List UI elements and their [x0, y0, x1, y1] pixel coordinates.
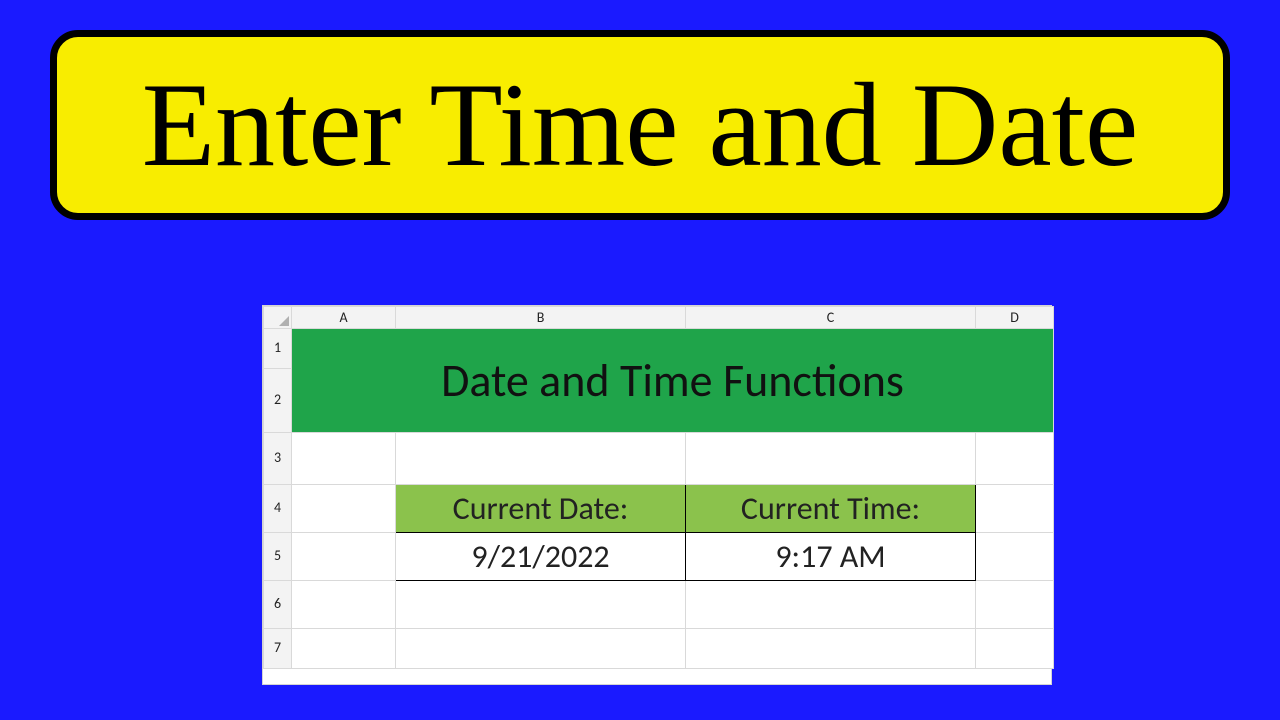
- cell-c5-current-time-value[interactable]: 9:17 AM: [686, 533, 976, 581]
- spreadsheet[interactable]: A B C D 1 Date and Time Functions 2 3 4 …: [262, 305, 1052, 685]
- row-header-4[interactable]: 4: [264, 485, 292, 533]
- cell-b5-current-date-value[interactable]: 9/21/2022: [396, 533, 686, 581]
- row-header-1[interactable]: 1: [264, 329, 292, 369]
- grid: A B C D 1 Date and Time Functions 2 3 4 …: [263, 306, 1054, 669]
- cell-a3[interactable]: [292, 433, 396, 485]
- cell-c3[interactable]: [686, 433, 976, 485]
- col-header-d[interactable]: D: [976, 307, 1054, 329]
- title-banner: Enter Time and Date: [50, 30, 1230, 220]
- merged-title-cell[interactable]: Date and Time Functions: [292, 329, 1054, 433]
- row-header-5[interactable]: 5: [264, 533, 292, 581]
- col-header-a[interactable]: A: [292, 307, 396, 329]
- page-title: Enter Time and Date: [142, 65, 1139, 185]
- col-header-c[interactable]: C: [686, 307, 976, 329]
- col-header-b[interactable]: B: [396, 307, 686, 329]
- cell-d7[interactable]: [976, 629, 1054, 669]
- cell-c7[interactable]: [686, 629, 976, 669]
- cell-d3[interactable]: [976, 433, 1054, 485]
- cell-b4-current-date-label[interactable]: Current Date:: [396, 485, 686, 533]
- row-header-6[interactable]: 6: [264, 581, 292, 629]
- cell-a4[interactable]: [292, 485, 396, 533]
- cell-a7[interactable]: [292, 629, 396, 669]
- cell-a5[interactable]: [292, 533, 396, 581]
- sheet-title: Date and Time Functions: [292, 353, 1053, 409]
- row-header-3[interactable]: 3: [264, 433, 292, 485]
- cell-a6[interactable]: [292, 581, 396, 629]
- row-header-7[interactable]: 7: [264, 629, 292, 669]
- cell-d4[interactable]: [976, 485, 1054, 533]
- cell-c4-current-time-label[interactable]: Current Time:: [686, 485, 976, 533]
- cell-d5[interactable]: [976, 533, 1054, 581]
- select-all-corner[interactable]: [264, 307, 292, 329]
- cell-d6[interactable]: [976, 581, 1054, 629]
- cell-b6[interactable]: [396, 581, 686, 629]
- cell-b7[interactable]: [396, 629, 686, 669]
- cell-c6[interactable]: [686, 581, 976, 629]
- cell-b3[interactable]: [396, 433, 686, 485]
- row-header-2[interactable]: 2: [264, 369, 292, 433]
